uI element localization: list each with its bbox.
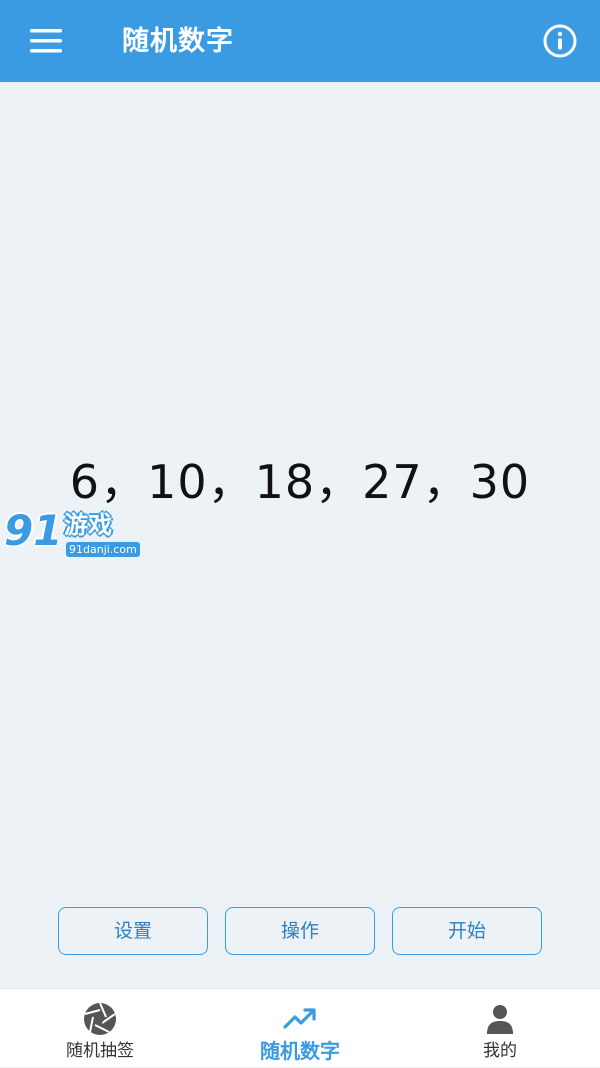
menu-icon: [30, 29, 62, 53]
nav-item-mine[interactable]: 我的: [400, 989, 600, 1068]
nav-item-random-lottery[interactable]: 随机抽签: [0, 989, 200, 1068]
app-bar: 随机数字: [0, 0, 600, 82]
nav-item-random-number[interactable]: 随机数字: [200, 989, 400, 1068]
menu-button[interactable]: [22, 19, 70, 63]
settings-button[interactable]: 设置: [58, 907, 208, 955]
info-button[interactable]: [541, 22, 579, 60]
person-icon: [487, 1005, 513, 1034]
nav-label-mine: 我的: [483, 1041, 517, 1061]
operate-button[interactable]: 操作: [225, 907, 375, 955]
nav-label-random-lottery: 随机抽签: [66, 1041, 134, 1061]
random-result: 6，10，18，27，30: [69, 455, 531, 509]
nav-label-random-number: 随机数字: [260, 1039, 340, 1063]
watermark-site: 91danji.com: [66, 542, 140, 557]
watermark-digits: 91: [4, 506, 63, 555]
page-title: 随机数字: [122, 26, 234, 57]
watermark-name: 游戏: [64, 511, 112, 539]
bottom-nav: 随机抽签 随机数字 我的: [0, 988, 600, 1067]
start-button[interactable]: 开始: [392, 907, 542, 955]
watermark-logo: 91 游戏 91danji.com: [0, 508, 140, 562]
aperture-icon: [84, 1002, 116, 1035]
info-icon: [543, 24, 577, 58]
trending-up-icon: [283, 1008, 316, 1029]
